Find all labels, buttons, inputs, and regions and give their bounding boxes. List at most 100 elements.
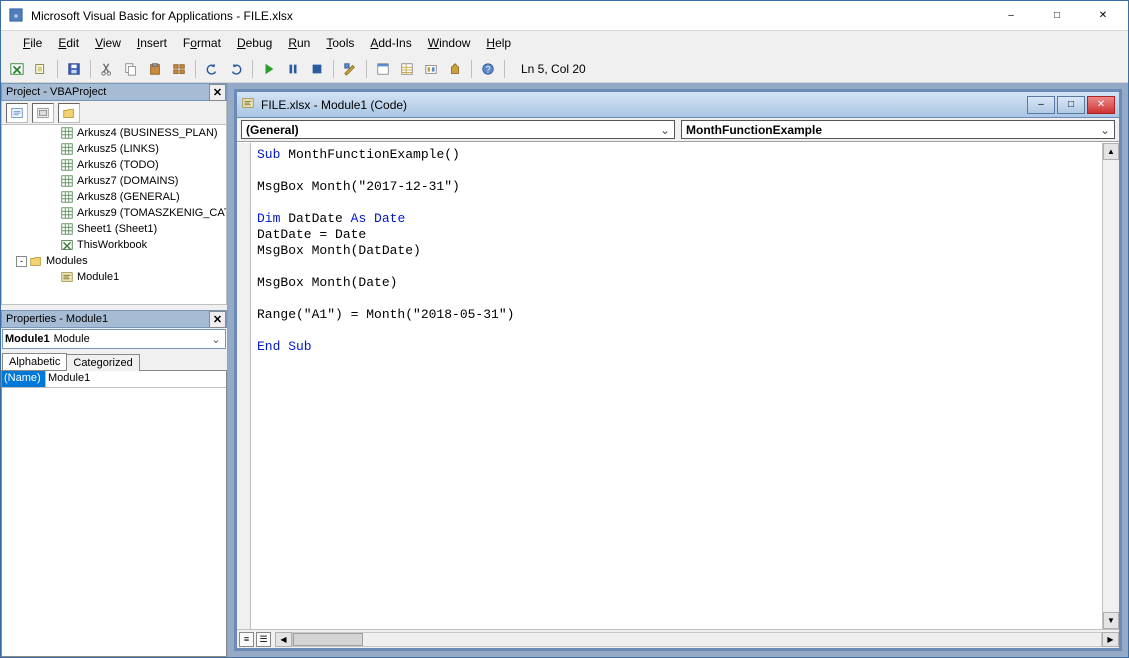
save-icon[interactable] [64, 59, 84, 79]
find-icon[interactable] [169, 59, 189, 79]
cut-icon[interactable] [97, 59, 117, 79]
scroll-thumb[interactable] [293, 633, 363, 646]
vba-app-icon: ⋄ [9, 8, 25, 24]
tree-item-label: Modules [46, 255, 88, 267]
scroll-down-icon[interactable]: ▼ [1103, 612, 1119, 629]
insert-dropdown-icon[interactable] [31, 59, 51, 79]
tree-item[interactable]: Arkusz8 (GENERAL) [2, 189, 226, 205]
tree-item[interactable]: - Modules [2, 253, 226, 269]
scroll-track[interactable] [1103, 160, 1119, 612]
close-button[interactable]: ✕ [1080, 1, 1126, 31]
wb-icon [60, 238, 74, 252]
tab-alphabetic[interactable]: Alphabetic [2, 353, 67, 370]
object-dropdown[interactable]: (General) ⌄ [241, 120, 675, 139]
tree-item[interactable]: ThisWorkbook [2, 237, 226, 253]
properties-object-type: Module [54, 333, 90, 345]
view-code-icon[interactable] [6, 103, 28, 123]
copy-icon[interactable] [121, 59, 141, 79]
menu-format[interactable]: Format [175, 33, 229, 53]
undo-icon[interactable] [202, 59, 222, 79]
menu-debug[interactable]: Debug [229, 33, 280, 53]
tree-item-label: Arkusz9 (TOMASZKENIG_CAT) [77, 207, 227, 219]
menu-run[interactable]: Run [280, 33, 318, 53]
procedure-view-icon[interactable]: ≡ [239, 632, 254, 647]
toolbar-separator [90, 60, 91, 78]
help-icon[interactable]: ? [478, 59, 498, 79]
tree-item[interactable]: Sheet1 (Sheet1) [2, 221, 226, 237]
code-editor[interactable]: Sub MonthFunctionExample() MsgBox Month(… [251, 143, 1102, 629]
tree-item[interactable]: Arkusz9 (TOMASZKENIG_CAT) [2, 205, 226, 221]
minimize-button[interactable]: – [988, 1, 1034, 31]
toolbar-separator [471, 60, 472, 78]
tree-expander-icon[interactable]: - [16, 256, 27, 267]
horizontal-scrollbar[interactable]: ◀ ▶ [275, 632, 1119, 647]
toolbox-icon[interactable] [445, 59, 465, 79]
project-panel-close-icon[interactable]: ✕ [209, 84, 226, 101]
property-name-cell[interactable]: (Name) [2, 371, 46, 388]
paste-icon[interactable] [145, 59, 165, 79]
tree-item[interactable]: Arkusz5 (LINKS) [2, 141, 226, 157]
vertical-scrollbar[interactable]: ▲ ▼ [1102, 143, 1119, 629]
menu-tools[interactable]: Tools [318, 33, 362, 53]
scroll-right-icon[interactable]: ▶ [1102, 632, 1119, 647]
app-titlebar: ⋄ Microsoft Visual Basic for Application… [1, 1, 1128, 31]
view-object-icon[interactable] [32, 103, 54, 123]
object-dropdown-value: (General) [246, 123, 299, 137]
excel-view-icon[interactable] [7, 59, 27, 79]
tree-item[interactable]: Arkusz7 (DOMAINS) [2, 173, 226, 189]
maximize-button[interactable]: □ [1034, 1, 1080, 31]
tab-categorized[interactable]: Categorized [66, 354, 139, 371]
mdi-close-button[interactable]: ✕ [1087, 96, 1115, 114]
main-toolbar: ? Ln 5, Col 20 [1, 55, 1128, 83]
scroll-left-icon[interactable]: ◀ [275, 632, 292, 647]
code-window-titlebar[interactable]: FILE.xlsx - Module1 (Code) – □ ✕ [237, 92, 1119, 118]
project-tree[interactable]: Arkusz4 (BUSINESS_PLAN)Arkusz5 (LINKS) Ar… [1, 125, 227, 305]
properties-panel-header: Properties - Module1 ✕ [1, 310, 227, 328]
tree-item[interactable]: Arkusz4 (BUSINESS_PLAN) [2, 125, 226, 141]
code-window: FILE.xlsx - Module1 (Code) – □ ✕ (Genera… [234, 89, 1122, 651]
reset-icon[interactable] [307, 59, 327, 79]
code-window-footer: ≡ ☰ ◀ ▶ [237, 629, 1119, 648]
app-title: Microsoft Visual Basic for Applications … [31, 9, 988, 23]
menu-help[interactable]: Help [478, 33, 519, 53]
menu-view[interactable]: View [87, 33, 129, 53]
folder-icon [29, 254, 43, 268]
toolbar-separator [252, 60, 253, 78]
run-icon[interactable] [259, 59, 279, 79]
code-object-proc-bar: (General) ⌄ MonthFunctionExample ⌄ [237, 118, 1119, 142]
break-icon[interactable] [283, 59, 303, 79]
tree-item-label: Arkusz6 (TODO) [77, 159, 159, 171]
tree-item[interactable]: Module1 [2, 269, 226, 285]
project-toolbar [1, 101, 227, 125]
toolbar-separator [195, 60, 196, 78]
menubar: File Edit View Insert Format Debug Run T… [1, 31, 1128, 55]
toggle-folders-icon[interactable] [58, 103, 80, 123]
properties-object-dropdown[interactable]: Module1 Module ⌄ [2, 329, 226, 349]
property-row: (Name) Module1 [2, 371, 226, 388]
sheet-icon [60, 158, 74, 172]
procedure-dropdown-value: MonthFunctionExample [686, 123, 822, 137]
properties-tabs: Alphabetic Categorized [1, 350, 227, 370]
mdi-maximize-button[interactable]: □ [1057, 96, 1085, 114]
menu-file[interactable]: File [15, 33, 50, 53]
menu-edit[interactable]: Edit [50, 33, 87, 53]
mdi-minimize-button[interactable]: – [1027, 96, 1055, 114]
scroll-up-icon[interactable]: ▲ [1103, 143, 1119, 160]
menu-window[interactable]: Window [420, 33, 479, 53]
sheet-icon [60, 142, 74, 156]
menu-addins[interactable]: Add-Ins [362, 33, 419, 53]
scroll-track[interactable] [292, 632, 1102, 647]
object-browser-icon[interactable] [421, 59, 441, 79]
property-value-cell[interactable]: Module1 [46, 371, 226, 388]
full-module-view-icon[interactable]: ☰ [256, 632, 271, 647]
properties-grid[interactable]: (Name) Module1 [1, 370, 227, 657]
design-mode-icon[interactable] [340, 59, 360, 79]
menu-insert[interactable]: Insert [129, 33, 175, 53]
tree-item[interactable]: Arkusz6 (TODO) [2, 157, 226, 173]
properties-panel-close-icon[interactable]: ✕ [209, 311, 226, 328]
redo-icon[interactable] [226, 59, 246, 79]
procedure-dropdown[interactable]: MonthFunctionExample ⌄ [681, 120, 1115, 139]
svg-text:?: ? [486, 64, 491, 74]
project-explorer-icon[interactable] [373, 59, 393, 79]
properties-window-icon[interactable] [397, 59, 417, 79]
